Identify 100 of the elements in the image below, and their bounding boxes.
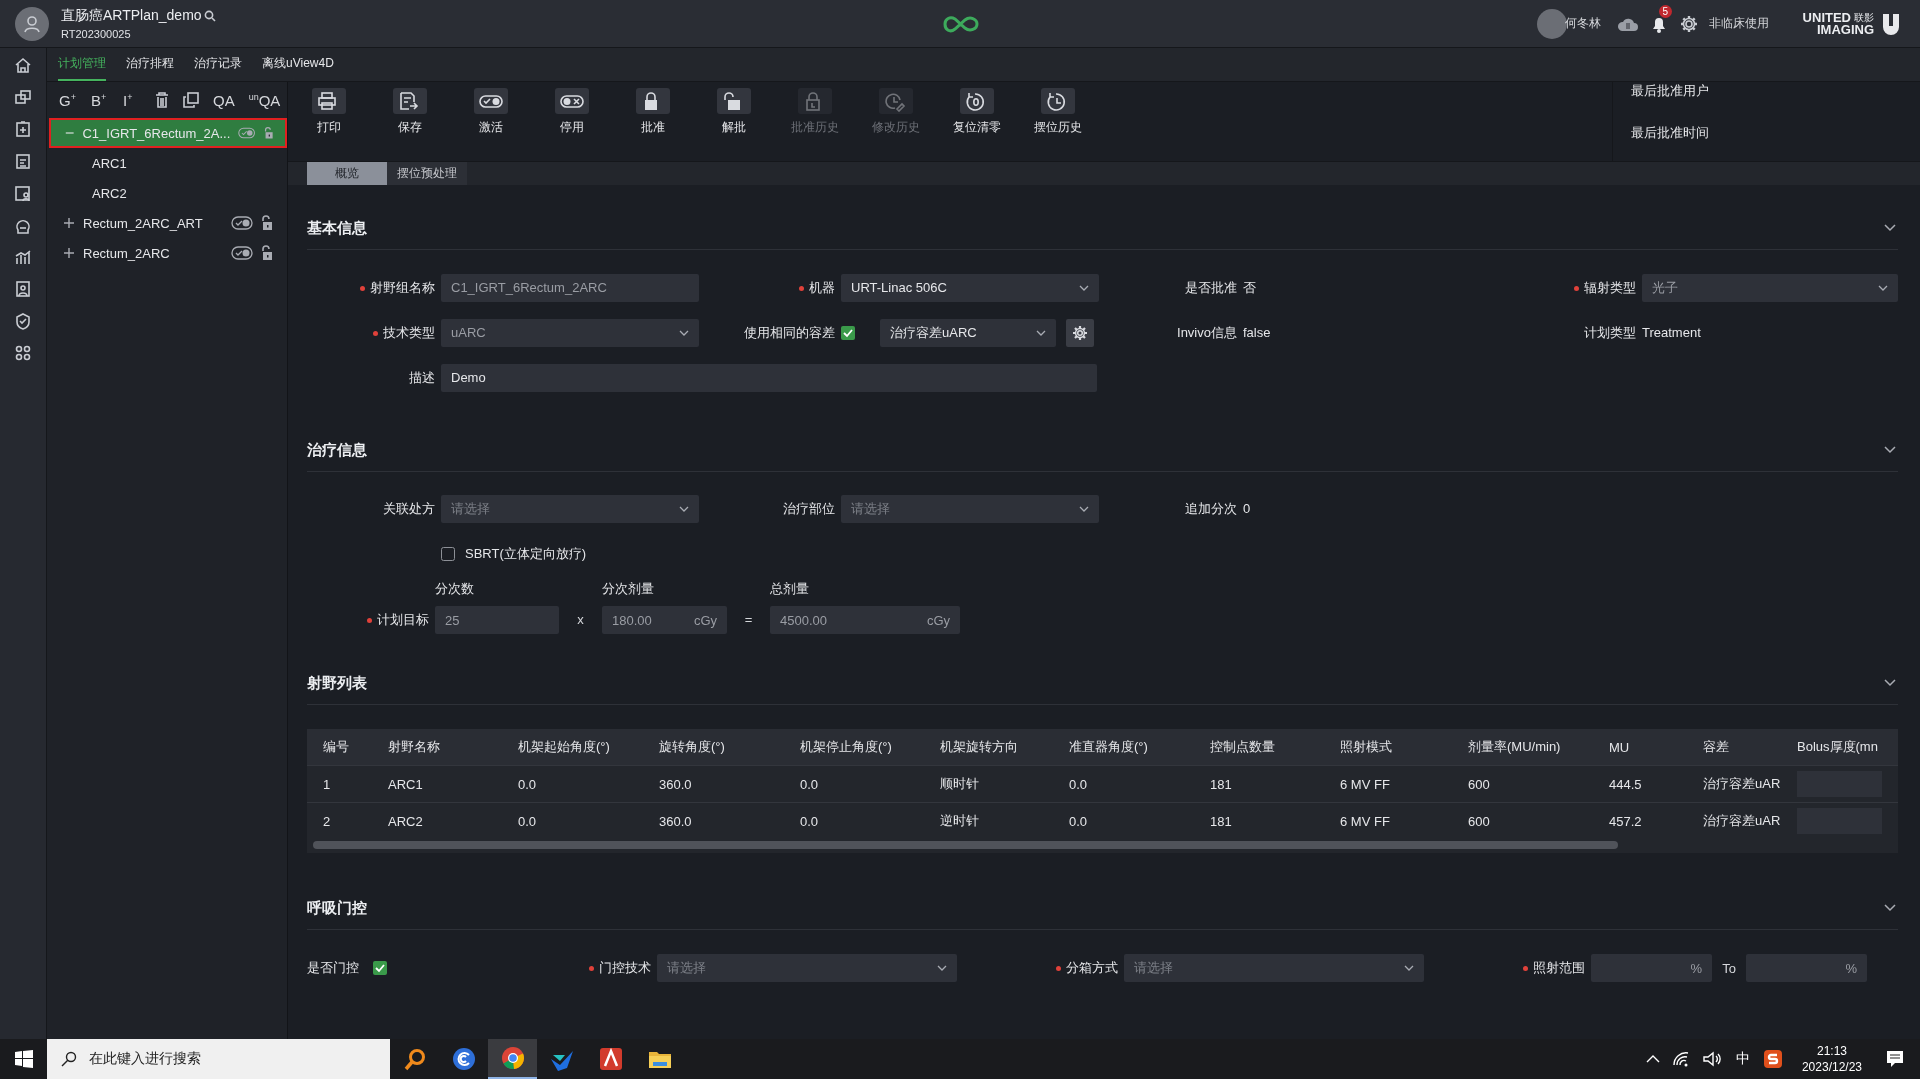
- chevron-up-icon[interactable]: [1645, 1054, 1660, 1064]
- tree-item[interactable]: C1_IGRT_6Rectum_2A...: [49, 118, 287, 148]
- edit-history-icon: [883, 90, 908, 112]
- table-cell-text: 0.0: [518, 813, 538, 829]
- search-field[interactable]: 在此键入进行搜索: [47, 1039, 390, 1079]
- dropdown[interactable]: 治疗容差uARC: [880, 318, 1056, 347]
- checkbox[interactable]: [841, 325, 855, 340]
- collapse-chevron-icon[interactable]: [1884, 446, 1896, 454]
- field-label: 是否批准: [1185, 278, 1237, 297]
- settings-icon[interactable]: [1678, 13, 1699, 34]
- input-field[interactable]: Demo: [441, 363, 1097, 392]
- collapse-chevron-icon[interactable]: [1884, 679, 1896, 687]
- table-cell-text: 0.0: [1069, 776, 1089, 792]
- input-method-label[interactable]: 中: [1735, 1050, 1750, 1068]
- approval-label: 最后批准时间: [1631, 124, 1710, 142]
- search-icon[interactable]: [203, 10, 216, 22]
- checkbox[interactable]: [441, 546, 455, 561]
- unlock-icon[interactable]: [261, 215, 273, 231]
- clock-date[interactable]: 2023/12/23: [1801, 1059, 1862, 1075]
- wifi-icon[interactable]: [1671, 1051, 1690, 1067]
- table-cell-text: ARC1: [388, 776, 424, 792]
- input-field[interactable]: 4500.00 cGy: [770, 606, 960, 634]
- column-header: 准直器角度(°): [1069, 738, 1149, 756]
- table-cell-text: 600: [1468, 813, 1491, 829]
- field-label: 总剂量: [770, 580, 810, 598]
- input-method-icon[interactable]: [1763, 1050, 1782, 1068]
- tree-item[interactable]: Rectum_2ARC: [47, 238, 287, 268]
- toolbar-button[interactable]: 复位清零: [936, 82, 1017, 161]
- section-title: 射野列表: [307, 673, 367, 693]
- collapse-chevron-icon[interactable]: [1884, 224, 1896, 232]
- toolbar-button[interactable]: 激活: [450, 82, 531, 161]
- tab[interactable]: 治疗记录: [194, 48, 242, 81]
- tree-tool-button[interactable]: B$^{+}$: [91, 91, 109, 109]
- tab[interactable]: 治疗排程: [126, 48, 174, 81]
- tree-tool-button[interactable]: $^{un}$QA: [248, 91, 281, 109]
- table-cell-text: 360.0: [659, 813, 693, 829]
- settings-button[interactable]: [1066, 318, 1094, 347]
- clipboard-icon[interactable]: [14, 152, 32, 170]
- expand-icon[interactable]: [63, 217, 75, 229]
- tree-item[interactable]: ARC1: [47, 148, 287, 178]
- table-cell-text: 181: [1210, 813, 1233, 829]
- toggle-icon[interactable]: [231, 246, 253, 260]
- toggle-icon[interactable]: [238, 126, 256, 140]
- field-label: Invivo信息: [1177, 323, 1237, 342]
- toolbar-button[interactable]: 解批: [693, 82, 774, 161]
- toolbar-button[interactable]: 摆位历史: [1017, 82, 1098, 161]
- toggle-icon[interactable]: [231, 216, 253, 230]
- home-icon[interactable]: [14, 56, 32, 74]
- collapse-chevron-icon[interactable]: [1884, 904, 1896, 912]
- tree-item[interactable]: Rectum_2ARC_ART: [47, 208, 287, 238]
- input-field[interactable]: 180.00 cGy: [602, 606, 727, 634]
- section-title: 治疗信息: [307, 440, 367, 460]
- toolbar-button[interactable]: 批准: [612, 82, 693, 161]
- shield-icon[interactable]: [14, 312, 32, 330]
- notification-badge: 5: [1658, 4, 1673, 18]
- table-cell-text: 600: [1468, 776, 1491, 792]
- apps-icon[interactable]: [14, 344, 32, 362]
- table-cell-text: 444.5: [1609, 776, 1643, 792]
- volume-icon[interactable]: [1701, 1051, 1722, 1067]
- notifications-icon[interactable]: [1886, 1050, 1904, 1068]
- table-cell-text: 6 MV FF: [1340, 813, 1391, 829]
- checkbox[interactable]: [373, 961, 387, 975]
- tree-tool-button[interactable]: QA: [213, 91, 235, 109]
- sub-tab[interactable]: 摆位预处理: [387, 162, 467, 185]
- scrollbar-thumb[interactable]: [313, 841, 1618, 849]
- sub-tab[interactable]: 概览: [307, 162, 387, 185]
- tree-tool-button[interactable]: G$^{+}$: [59, 91, 77, 109]
- caret-icon: [937, 965, 947, 971]
- duplicate-icon[interactable]: [183, 92, 199, 108]
- expand-icon[interactable]: [63, 247, 75, 259]
- toolbar-button[interactable]: 打印: [288, 82, 369, 161]
- operator-sign: =: [743, 611, 754, 629]
- caret-icon: [1079, 505, 1089, 512]
- tree-tool-button[interactable]: I$^{+}$: [123, 91, 141, 109]
- tree-item[interactable]: ARC2: [47, 178, 287, 208]
- shield-logo-icon: [1882, 12, 1900, 35]
- windows-icon[interactable]: [14, 88, 32, 106]
- table-cell-text: 360.0: [659, 776, 693, 792]
- caret-icon: [1036, 329, 1046, 336]
- id-card-icon[interactable]: [14, 280, 32, 298]
- table-cell-text: 0.0: [518, 776, 538, 792]
- chart-icon[interactable]: [14, 248, 32, 266]
- column-header: 机架停止角度(°): [800, 738, 893, 756]
- taskbar-app[interactable]: [488, 1039, 537, 1079]
- dropdown[interactable]: URT-Linac 506C: [841, 273, 1099, 302]
- calendar-person-icon[interactable]: [14, 184, 32, 202]
- unlock-icon[interactable]: [261, 245, 273, 261]
- clock-time[interactable]: 21:13: [1816, 1043, 1847, 1059]
- field-label: 门控技术: [589, 959, 651, 977]
- operator-sign: x: [576, 611, 585, 629]
- clipboard-plus-icon[interactable]: [14, 120, 32, 138]
- range-separator: To: [1721, 960, 1737, 976]
- toolbar-button[interactable]: 保存: [369, 82, 450, 161]
- delete-icon[interactable]: [155, 92, 169, 108]
- input-field[interactable]: %: [1746, 954, 1867, 982]
- tab[interactable]: 离线uView4D: [262, 48, 334, 81]
- logo-text: 联影: [1854, 11, 1874, 24]
- input-field[interactable]: %: [1591, 954, 1712, 982]
- toolbar-button[interactable]: 停用: [531, 82, 612, 161]
- input-field[interactable]: 25: [435, 606, 559, 634]
